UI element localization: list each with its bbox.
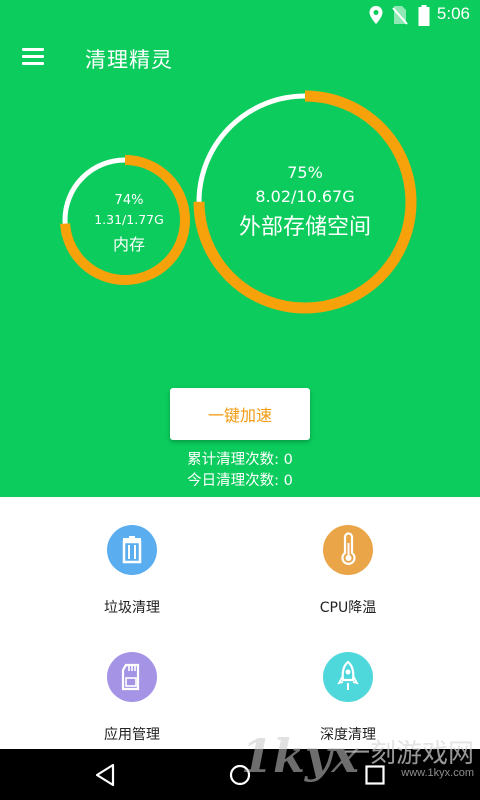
tool-label: 垃圾清理 xyxy=(104,600,160,616)
total-clean-count: 累计清理次数: 0 xyxy=(187,452,293,468)
one-click-boost-button[interactable]: 一键加速 xyxy=(170,388,310,440)
tool-junk-clean[interactable]: 垃圾清理 xyxy=(42,525,222,617)
tool-label: 深度清理 xyxy=(320,727,376,743)
memory-percent: 74% xyxy=(114,193,144,208)
thermometer-icon xyxy=(323,525,373,575)
tool-app-manage[interactable]: 应用管理 xyxy=(42,652,222,744)
tool-label: 应用管理 xyxy=(104,727,160,743)
memory-label: 内存 xyxy=(112,235,145,254)
today-clean-count: 今日清理次数: 0 xyxy=(187,473,293,489)
trash-icon xyxy=(107,525,157,575)
external-storage-usage: 8.02/10.67G xyxy=(255,187,355,206)
tool-label: CPU降温 xyxy=(319,600,377,616)
memory-usage: 1.31/1.77G xyxy=(94,212,164,227)
top-panel: 5:06 清理精灵 74% 1.31/1.77G 内存 75% 8.02/10.… xyxy=(0,0,480,497)
rocket-icon xyxy=(323,652,373,702)
navigation-bar xyxy=(0,749,480,800)
recents-icon[interactable] xyxy=(345,749,405,800)
home-icon[interactable] xyxy=(210,749,270,800)
sd-card-icon xyxy=(107,652,157,702)
tool-deep-clean[interactable]: 深度清理 xyxy=(258,652,438,744)
external-storage-percent: 75% xyxy=(287,163,323,182)
tool-cpu-cool[interactable]: CPU降温 xyxy=(258,525,438,617)
back-icon[interactable] xyxy=(75,749,135,800)
external-storage-label: 外部存储空间 xyxy=(238,215,371,240)
